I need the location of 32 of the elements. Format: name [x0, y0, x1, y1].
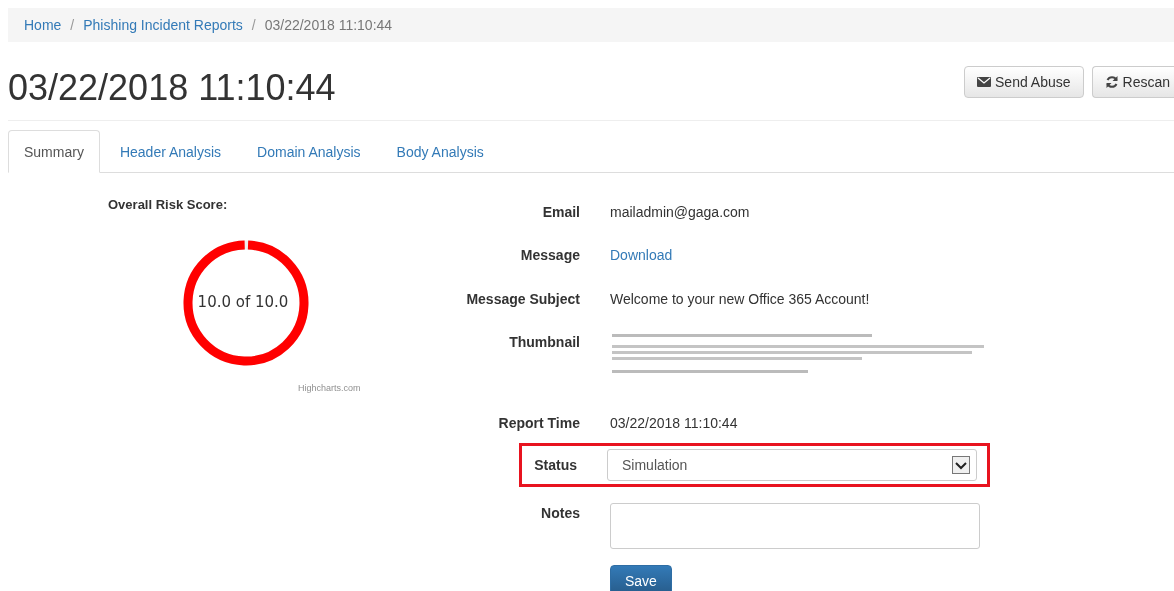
page-title: 03/22/2018 11:10:44: [8, 67, 336, 109]
field-value: 03/22/2018 11:10:44: [610, 414, 738, 431]
download-link[interactable]: Download: [610, 245, 673, 263]
breadcrumb-link[interactable]: Home: [24, 17, 62, 33]
field-label: Email: [541, 203, 580, 220]
tab[interactable]: Domain Analysis: [241, 130, 377, 173]
score-label: 10.0 of 10.0: [196, 293, 290, 311]
notes-field[interactable]: [610, 503, 980, 549]
chart-title: Overall Risk Score:: [108, 197, 228, 212]
rescan-button[interactable]: Rescan: [1091, 66, 1174, 98]
refresh-icon: [1104, 75, 1119, 89]
field-value: mailadmin@gaga.com: [610, 203, 750, 220]
breadcrumb-current: 03/22/2018 11:10:44: [264, 17, 393, 33]
field-label: Status: [533, 457, 577, 473]
dropdown-icon: [952, 456, 970, 474]
chart-credit: Highcharts.com: [298, 383, 361, 393]
field-label: Report Time: [497, 414, 580, 431]
tab[interactable]: Header Analysis: [103, 130, 238, 173]
envelope-icon: [977, 76, 991, 88]
breadcrumb-separator: /: [69, 17, 76, 33]
breadcrumb-link[interactable]: Phishing Incident Reports: [83, 17, 243, 33]
breadcrumb-separator: /: [250, 17, 257, 33]
field-value: Welcome to your new Office 365 Account!: [610, 290, 870, 307]
field-label: Message: [519, 246, 580, 263]
status-select[interactable]: Simulation: [607, 449, 977, 481]
save-button[interactable]: Save: [610, 565, 672, 591]
tab[interactable]: Body Analysis: [380, 130, 500, 173]
tab[interactable]: Summary: [8, 130, 100, 173]
field-label: Notes: [540, 504, 580, 521]
field-label: Thumbnail: [508, 333, 580, 350]
field-label: Message Subject: [465, 290, 580, 307]
send-abuse-button[interactable]: Send Abuse: [964, 66, 1084, 98]
